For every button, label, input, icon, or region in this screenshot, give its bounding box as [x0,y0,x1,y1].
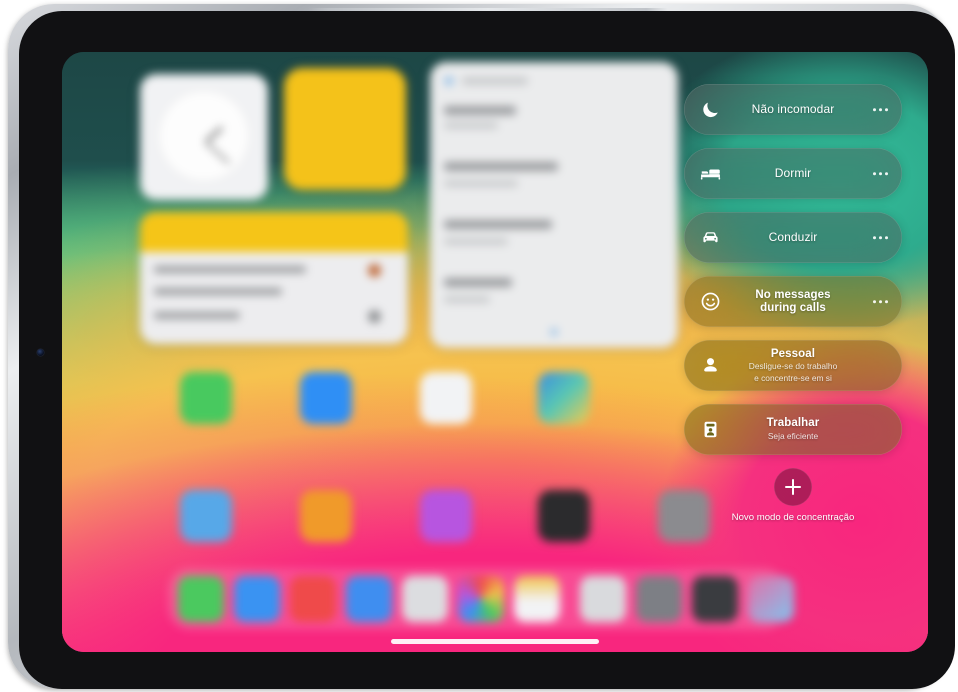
smiley-icon [699,291,721,313]
dock-icon[interactable] [178,576,224,622]
person-icon [699,355,721,377]
text-line [444,238,508,245]
text-line [444,162,558,171]
dock-icon[interactable] [290,576,336,622]
text-line [462,77,528,85]
dock-icon[interactable] [514,576,560,622]
focus-mode-subtitle-line2: e concentre-se em si [754,372,832,383]
car-icon [699,227,721,249]
focus-mode-subtitle-line1: Desligue-se do trabalho [748,361,838,372]
focus-mode-label: Conduzir [768,229,818,244]
front-camera-icon [37,349,44,356]
focus-mode-sleep[interactable]: Dormir [684,148,902,199]
app-icon[interactable] [538,490,590,542]
app-icon[interactable] [420,490,472,542]
dock-icon[interactable] [692,576,738,622]
new-focus-mode-button[interactable] [774,468,812,506]
dock [168,568,794,630]
text-line [444,278,512,287]
text-line [154,288,282,295]
dock-icon[interactable] [402,576,448,622]
more-options-button[interactable] [872,235,888,240]
app-icon[interactable] [420,372,472,424]
home-indicator[interactable] [391,639,599,644]
focus-mode-label-line1: No messages [755,288,831,301]
text-line [444,106,516,115]
focus-mode-label: Trabalhar [766,417,820,430]
text-line [444,180,518,187]
focus-modes-panel: Não incomodar Dormir Conduzir No message… [684,84,914,523]
more-options-button[interactable] [872,299,888,304]
plus-icon [785,479,801,495]
focus-mode-driving[interactable]: Conduzir [684,212,902,263]
new-focus-mode-label: Novo modo de concentração [731,512,855,523]
more-options-button[interactable] [872,107,888,112]
text-line [444,122,498,129]
ipad-screen: Não incomodar Dormir Conduzir No message… [62,52,928,652]
focus-mode-no-messages-during-calls[interactable]: No messages during calls [684,276,902,327]
focus-mode-do-not-disturb[interactable]: Não incomodar [684,84,902,135]
dock-icon[interactable] [636,576,682,622]
notes-widget-header [140,212,408,252]
moon-icon [699,99,721,121]
app-icon[interactable] [300,372,352,424]
text-line [154,266,306,273]
focus-mode-label: Dormir [774,165,812,180]
clock-widget[interactable] [140,74,268,200]
dock-icon[interactable] [234,576,280,622]
bed-icon [699,163,721,185]
antenna-band [308,8,668,11]
focus-mode-label: Não incomodar [751,101,835,116]
clock-hand [204,140,231,165]
app-icon[interactable] [180,372,232,424]
dock-icon[interactable] [748,576,794,622]
focus-mode-subtitle: Seja eficiente [767,431,819,442]
ipad-device-frame: Não incomodar Dormir Conduzir No message… [8,4,955,689]
notes-dot [368,310,381,323]
focus-mode-label: Pessoal [770,347,816,360]
app-icon[interactable] [538,372,590,424]
focus-mode-label-line2: during calls [760,301,826,314]
dock-icon[interactable] [458,576,504,622]
yellow-widget[interactable] [284,68,406,190]
clock-face-icon [158,90,250,182]
screenshot-root: Não incomodar Dormir Conduzir No message… [0,0,958,692]
text-line [444,220,552,229]
new-focus-mode-group: Novo modo de concentração [684,468,902,523]
notes-dot [368,264,381,277]
id-badge-icon [699,419,721,441]
dock-icon[interactable] [346,576,392,622]
app-icon[interactable] [180,490,232,542]
more-options-button[interactable] [872,171,888,176]
app-icon[interactable] [300,490,352,542]
focus-mode-work[interactable]: Trabalhar Seja eficiente [684,404,902,455]
dock-icon[interactable] [580,576,626,622]
list-widget[interactable] [430,62,678,348]
list-badge [444,76,454,86]
focus-mode-personal[interactable]: Pessoal Desligue-se do trabalho e concen… [684,340,902,391]
text-line [154,312,240,319]
notes-widget[interactable] [140,212,408,344]
list-badge [550,328,558,336]
text-line [444,296,490,303]
